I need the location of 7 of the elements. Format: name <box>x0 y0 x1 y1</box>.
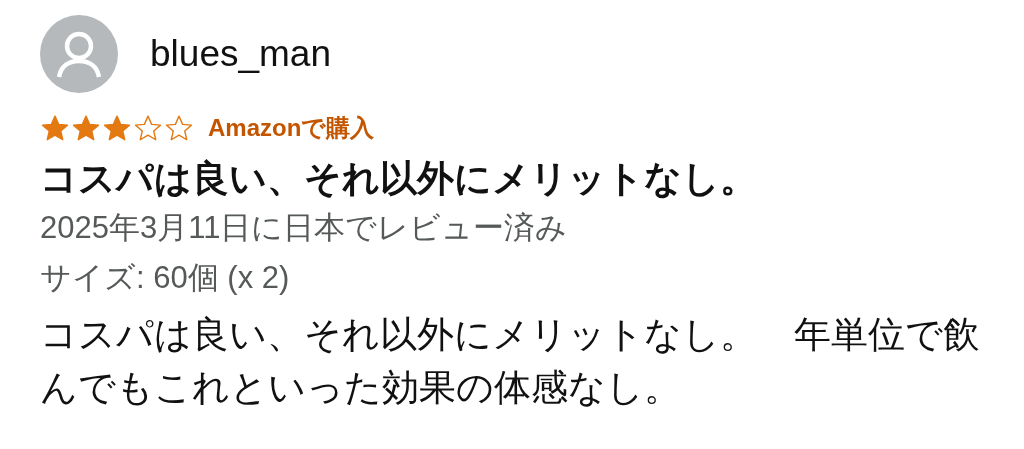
review-date: 2025年3月11日に日本でレビュー済み <box>40 209 568 247</box>
review-title: コスパは良い、それ以外にメリットなし。 <box>40 157 757 201</box>
avatar-icon <box>40 15 118 93</box>
variant-label: サイズ: 60個 (x 2) <box>40 259 290 297</box>
verified-purchase-label: Amazonで購入 <box>208 113 375 143</box>
review-body: コスパは良い、それ以外にメリットなし。 年単位で飲んでもこれといった効果の体感なし。 <box>40 313 980 410</box>
username[interactable]: blues_man <box>150 33 331 75</box>
